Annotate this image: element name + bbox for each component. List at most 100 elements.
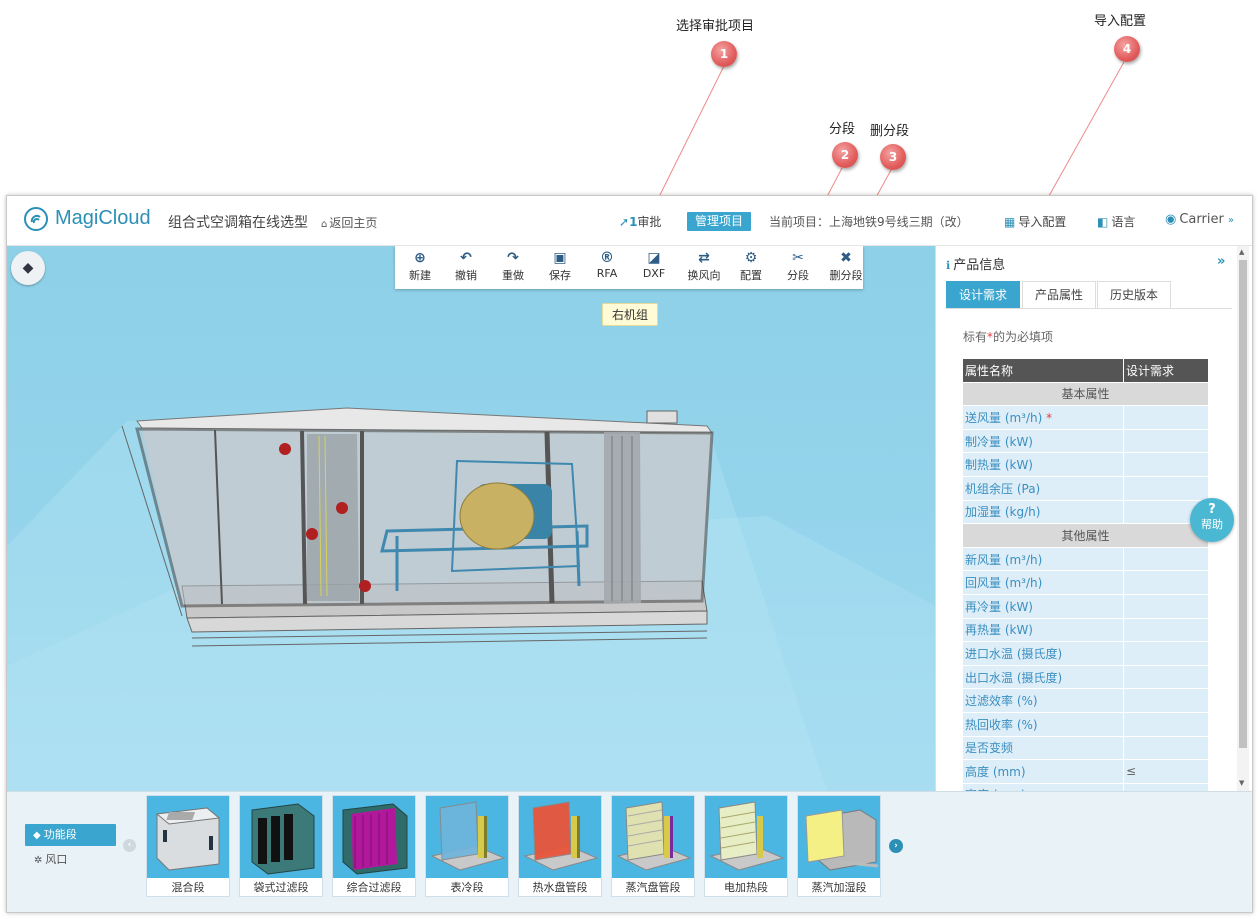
annotation-marker-2: 2 <box>832 142 858 168</box>
dxf-icon: ◪ <box>647 250 661 266</box>
prop-value[interactable] <box>1123 405 1208 430</box>
category-label: 风口 <box>45 853 68 866</box>
table-row[interactable]: 新风量 (m³/h) <box>963 547 1208 572</box>
table-row[interactable]: 送风量 (m³/h) * <box>963 405 1208 430</box>
home-link[interactable]: ⌂ 返回主页 <box>321 214 377 231</box>
section-thumbnail <box>426 796 508 878</box>
table-row[interactable]: 加湿量 (kg/h) <box>963 500 1208 525</box>
dxf-button-label: DXF <box>642 267 666 280</box>
prop-value[interactable] <box>1123 570 1208 595</box>
language-label: 语言 <box>1111 215 1136 229</box>
manage-project-button[interactable]: 管理项目 <box>687 212 752 231</box>
section-card-combo-filter[interactable]: 综合过滤段 <box>332 795 416 897</box>
prop-name: 回风量 (m³/h) <box>963 570 1124 595</box>
user-menu[interactable]: ◉ Carrier» <box>1165 212 1234 227</box>
language-link[interactable]: ◧ 语言 <box>1097 213 1135 230</box>
annotation-marker-1: 1 <box>711 41 737 67</box>
section-card-cooling-coil[interactable]: 表冷段 <box>425 795 509 897</box>
save-button[interactable]: ▣ 保存 <box>537 250 583 283</box>
toolbar: ⊕ 新建 ↶ 撤销 ↷ 重做 ▣ 保存 ® RFA ◪ DXF ⇄ 换风向 ⚙ 配置 ✂ 分段 ✖… <box>395 246 863 289</box>
table-row[interactable]: 回风量 (m³/h) <box>963 570 1208 595</box>
help-button[interactable]: ? 帮助 <box>1190 498 1234 542</box>
redo-button-label: 重做 <box>502 269 524 282</box>
section-card-bag-filter[interactable]: 袋式过滤段 <box>239 795 323 897</box>
prop-name: 再热量 (kW) <box>963 618 1124 643</box>
chevron-right-icon[interactable]: › <box>889 839 903 853</box>
prop-value[interactable] <box>1123 641 1208 666</box>
current-project: 当前项目：上海地铁9号线三期（改） <box>769 215 969 229</box>
prop-value[interactable] <box>1123 429 1208 454</box>
section-card-steam-coil[interactable]: 蒸汽盘管段 <box>611 795 695 897</box>
new-button-label: 新建 <box>409 269 431 282</box>
panel-tabs: 设计需求 产品属性 历史版本 <box>946 281 1232 309</box>
undo-button[interactable]: ↶ 撤销 <box>443 250 489 283</box>
dxf-button[interactable]: ◪ DXF <box>631 250 677 280</box>
section-card-mix[interactable]: 混合段 <box>146 795 230 897</box>
chevron-left-icon[interactable]: ‹ <box>123 839 136 852</box>
scroll-up-arrow-icon[interactable]: ▲ <box>1239 248 1244 256</box>
table-row[interactable]: 过滤效率 (%) <box>963 688 1208 713</box>
table-row[interactable]: 再冷量 (kW) <box>963 594 1208 619</box>
delete-segment-button[interactable]: ✖ 删分段 <box>823 250 869 283</box>
category-air-outlets[interactable]: ✲ 风口 <box>34 851 67 867</box>
prop-value[interactable] <box>1123 594 1208 619</box>
section-thumbnail <box>705 796 787 878</box>
prop-value[interactable] <box>1123 476 1208 501</box>
category-functional-sections[interactable]: ◆ 功能段 <box>25 824 116 846</box>
section-thumbnail <box>798 796 880 878</box>
properties-table: 属性名称 设计需求 基本属性 送风量 (m³/h) * 制冷量 (kW) 制热量… <box>963 359 1208 808</box>
prop-value[interactable] <box>1123 688 1208 713</box>
table-row[interactable]: 进口水温 (摄氏度) <box>963 641 1208 666</box>
top-header: MagiCloud 组合式空调箱在线选型 ⌂ 返回主页 ➚1审批 管理项目 当前项… <box>7 196 1252 246</box>
section-card-hot-water-coil[interactable]: 热水盘管段 <box>518 795 602 897</box>
scissors-icon: ✂ <box>792 250 804 266</box>
table-row[interactable]: 高度 (mm) ≤ <box>963 759 1208 784</box>
tab-history-versions[interactable]: 历史版本 <box>1097 281 1172 308</box>
3d-viewport[interactable]: ◆ ⊕ 新建 ↶ 撤销 ↷ 重做 ▣ 保存 ® RFA ◪ DXF ⇄ 换风向 ⚙ 配置 ✂ 分段… <box>7 246 935 791</box>
segment-button[interactable]: ✂ 分段 <box>775 250 821 283</box>
table-row[interactable]: 出口水温 (摄氏度) <box>963 665 1208 690</box>
view-cube-button[interactable]: ◆ <box>11 251 45 285</box>
prop-name: 是否变频 <box>963 736 1124 761</box>
prop-value[interactable] <box>1123 547 1208 572</box>
prop-name: 制热量 (kW) <box>963 452 1124 477</box>
approve-link[interactable]: ➚1审批 <box>619 213 661 230</box>
tab-design-requirements[interactable]: 设计需求 <box>946 281 1021 308</box>
undo-icon: ↶ <box>460 250 472 266</box>
rfa-button[interactable]: ® RFA <box>584 250 630 280</box>
collapse-panel-button[interactable]: » <box>1217 254 1225 269</box>
prop-name: 再冷量 (kW) <box>963 594 1124 619</box>
panel-scrollbar[interactable]: ▲ ▼ <box>1237 246 1249 791</box>
required-note-prefix: 标有 <box>963 330 988 344</box>
import-config-link[interactable]: ▦ 导入配置 <box>1004 213 1066 230</box>
new-button[interactable]: ⊕ 新建 <box>397 250 443 283</box>
prop-value[interactable] <box>1123 665 1208 690</box>
undo-button-label: 撤销 <box>455 269 477 282</box>
table-row[interactable]: 机组余压 (Pa) <box>963 476 1208 501</box>
prop-value[interactable] <box>1123 618 1208 643</box>
scroll-down-arrow-icon[interactable]: ▼ <box>1239 779 1244 787</box>
redo-button[interactable]: ↷ 重做 <box>490 250 536 283</box>
table-row[interactable]: 热回收率 (%) <box>963 712 1208 737</box>
swap-direction-button[interactable]: ⇄ 换风向 <box>681 250 727 283</box>
scroll-thumb[interactable] <box>1239 260 1247 748</box>
table-row[interactable]: 是否变频 <box>963 736 1208 761</box>
prop-value[interactable] <box>1123 736 1208 761</box>
required-note: 标有*的为必填项 <box>963 328 1053 345</box>
section-card-electric-heating[interactable]: 电加热段 <box>704 795 788 897</box>
magicloud-logo-icon <box>24 207 48 231</box>
app-window: MagiCloud 组合式空调箱在线选型 ⌂ 返回主页 ➚1审批 管理项目 当前项… <box>6 195 1253 913</box>
table-row[interactable]: 制冷量 (kW) <box>963 429 1208 454</box>
prop-value[interactable] <box>1123 712 1208 737</box>
section-card-steam-humidifier[interactable]: 蒸汽加湿段 <box>797 795 881 897</box>
table-row[interactable]: 制热量 (kW) <box>963 452 1208 477</box>
annotation-marker-4: 4 <box>1114 36 1140 62</box>
table-row[interactable]: 再热量 (kW) <box>963 618 1208 643</box>
approve-label: 审批 <box>637 215 662 229</box>
save-icon: ▣ <box>553 250 567 266</box>
prop-value[interactable]: ≤ <box>1123 759 1208 784</box>
prop-name: 加湿量 (kg/h) <box>963 500 1124 525</box>
prop-value[interactable] <box>1123 452 1208 477</box>
config-button[interactable]: ⚙ 配置 <box>728 250 774 283</box>
tab-product-properties[interactable]: 产品属性 <box>1022 281 1097 308</box>
